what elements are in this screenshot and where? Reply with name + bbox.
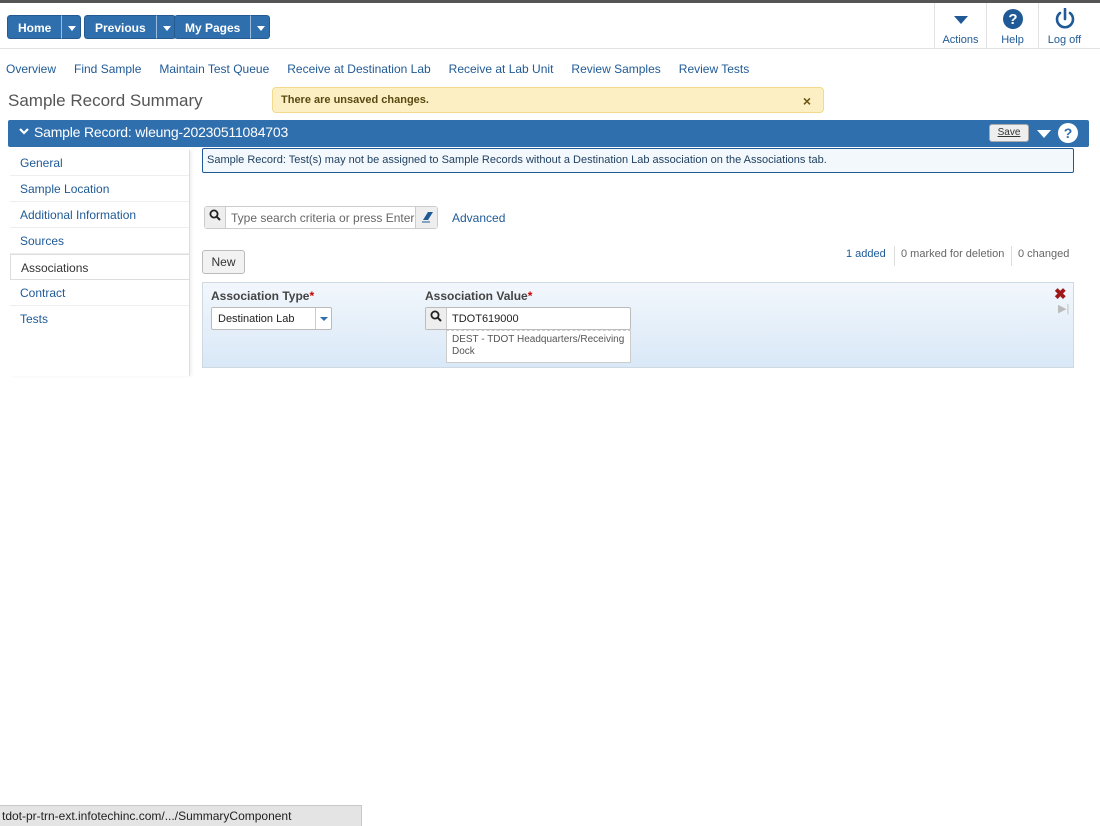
top-toolbar: Home Previous My Pages Actions ? Help Lo…	[0, 3, 1100, 49]
required-marker: *	[309, 289, 315, 303]
unsaved-message: There are unsaved changes.	[281, 94, 429, 106]
advanced-search-link[interactable]: Advanced	[452, 211, 505, 225]
page-title: Sample Record Summary	[8, 91, 203, 110]
save-button[interactable]: Save	[989, 124, 1029, 142]
mypages-button-group: My Pages	[174, 15, 271, 39]
help-button[interactable]: ? Help	[986, 3, 1038, 49]
eraser-icon[interactable]	[415, 207, 437, 228]
link-find-sample[interactable]: Find Sample	[74, 62, 141, 78]
delete-row-icon[interactable]: ✖	[1054, 285, 1067, 303]
quick-links: Overview Find Sample Maintain Test Queue…	[0, 62, 761, 78]
actions-label: Actions	[942, 34, 979, 46]
help-label: Help	[1001, 34, 1024, 46]
changed-count: 0 changed	[1011, 246, 1069, 266]
new-button[interactable]: New	[202, 250, 245, 274]
home-button-group: Home	[7, 15, 82, 39]
added-count-link[interactable]: 1 added	[846, 246, 886, 266]
link-receive-lab-unit[interactable]: Receive at Lab Unit	[449, 62, 554, 78]
power-icon	[1039, 7, 1090, 34]
search-icon[interactable]	[205, 207, 226, 228]
association-value-field[interactable]: TDOT619000	[425, 307, 631, 330]
help-icon[interactable]: ?	[1058, 123, 1078, 143]
link-maintain-test-queue[interactable]: Maintain Test Queue	[159, 62, 269, 78]
record-header: Sample Record: wleung-20230511084703 Sav…	[8, 120, 1089, 147]
association-value-text: TDOT619000	[452, 313, 519, 325]
status-bar-url: tdot-pr-trn-ext.infotechinc.com/.../Summ…	[0, 805, 362, 826]
link-overview[interactable]: Overview	[6, 62, 56, 78]
sidebar-item-tests[interactable]: Tests	[10, 306, 189, 332]
association-type-label: Association Type*	[211, 289, 315, 303]
mypages-dropdown-button[interactable]	[250, 15, 271, 39]
unsaved-changes-banner: There are unsaved changes. ×	[272, 87, 824, 113]
record-menu-caret-icon[interactable]	[1037, 130, 1051, 138]
association-value-label: Association Value*	[425, 289, 533, 303]
logoff-label: Log off	[1047, 34, 1082, 46]
actions-button[interactable]: Actions	[934, 3, 986, 49]
deleted-count: 0 marked for deletion	[894, 246, 1004, 266]
close-icon[interactable]: ×	[803, 93, 811, 109]
sidebar-item-sample-location[interactable]: Sample Location	[10, 176, 189, 202]
logoff-button[interactable]: Log off	[1038, 3, 1090, 49]
search-placeholder: Type search criteria or press Enter	[231, 211, 415, 225]
skip-icon: ▶|	[1058, 303, 1070, 315]
association-value-description: DEST - TDOT Headquarters/Receiving Dock	[446, 330, 631, 363]
previous-dropdown-button[interactable]	[155, 15, 176, 39]
link-receive-destination-lab[interactable]: Receive at Destination Lab	[287, 62, 430, 78]
mypages-button[interactable]: My Pages	[174, 15, 251, 39]
home-button[interactable]: Home	[7, 15, 62, 39]
search-input[interactable]: Type search criteria or press Enter	[204, 206, 438, 229]
association-type-value: Destination Lab	[218, 313, 295, 325]
previous-button-group: Previous	[84, 15, 176, 39]
chevron-down-icon[interactable]	[18, 125, 30, 140]
home-dropdown-button[interactable]	[61, 15, 82, 39]
info-message: Sample Record: Test(s) may not be assign…	[202, 148, 1074, 173]
chevron-down-icon[interactable]	[315, 308, 331, 329]
sidebar: General Sample Location Additional Infor…	[10, 150, 190, 376]
search-icon[interactable]	[426, 308, 447, 329]
help-circle-icon: ?	[987, 8, 1038, 34]
sidebar-item-contract[interactable]: Contract	[10, 280, 189, 306]
link-review-tests[interactable]: Review Tests	[679, 62, 749, 78]
record-title: Sample Record: wleung-20230511084703	[34, 124, 289, 140]
sidebar-item-general[interactable]: General	[10, 150, 189, 176]
association-type-select[interactable]: Destination Lab	[211, 307, 332, 330]
required-marker: *	[527, 289, 533, 303]
caret-down-icon	[935, 8, 986, 34]
previous-button[interactable]: Previous	[84, 15, 156, 39]
sidebar-item-additional-information[interactable]: Additional Information	[10, 202, 189, 228]
sidebar-item-associations[interactable]: Associations	[10, 254, 189, 280]
link-review-samples[interactable]: Review Samples	[571, 62, 660, 78]
svg-text:?: ?	[1008, 11, 1017, 28]
sidebar-item-sources[interactable]: Sources	[10, 228, 189, 254]
association-row: Association Type* Association Value* Des…	[202, 282, 1074, 368]
